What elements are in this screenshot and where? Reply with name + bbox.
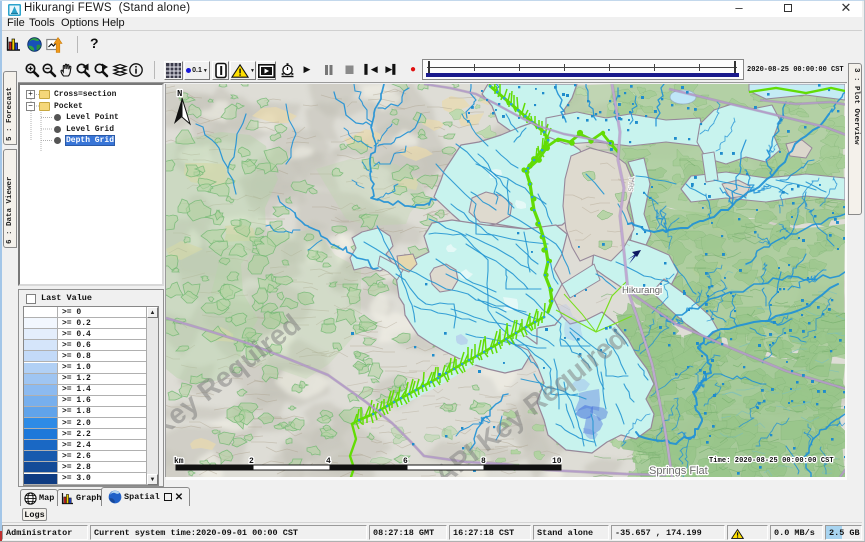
svg-text:SH 1: SH 1 — [628, 176, 636, 192]
svg-text:N: N — [177, 89, 182, 99]
svg-text:Springs Flat: Springs Flat — [649, 465, 708, 477]
svg-text:Time: 2020-08-25 00:00:00 CST: Time: 2020-08-25 00:00:00 CST — [709, 457, 834, 465]
svg-text:Hikurangi: Hikurangi — [622, 285, 662, 296]
